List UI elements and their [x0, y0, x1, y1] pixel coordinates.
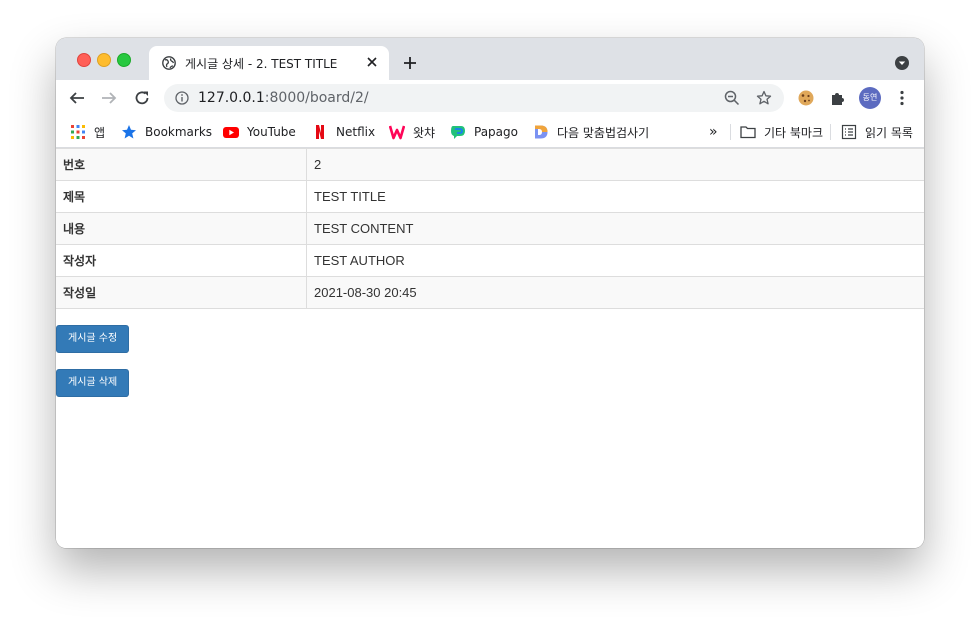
page-content: 번호 2 제목 TEST TITLE 내용 TEST CONTENT 작성자 T… — [56, 148, 924, 548]
row-value-number: 2 — [306, 148, 924, 181]
zoom-out-icon[interactable] — [724, 90, 740, 106]
bookmark-bookmarks[interactable]: Bookmarks — [121, 123, 212, 141]
row-label-author: 작성자 — [56, 244, 307, 277]
edit-post-button[interactable]: 게시글 수정 — [56, 325, 130, 353]
row-label-title: 제목 — [56, 180, 307, 213]
apps-grid-icon — [71, 125, 85, 139]
tab-title: 게시글 상세 - 2. TEST TITLE — [185, 57, 338, 71]
row-label-content: 내용 — [56, 212, 307, 245]
bookmark-daum-spellcheck[interactable]: 다음 맞춤법검사기 — [533, 123, 649, 141]
close-window-button[interactable] — [77, 53, 91, 67]
watcha-icon — [389, 125, 405, 140]
bookmark-label: YouTube — [247, 125, 296, 139]
youtube-icon — [223, 127, 239, 138]
tab-search-icon[interactable] — [894, 55, 910, 71]
bookmarks-bar: 앱 Bookmarks YouTube Netflix 왓챠 Papago 다음… — [56, 116, 924, 148]
table-row: 번호 2 — [56, 148, 924, 181]
globe-icon — [162, 56, 176, 70]
papago-icon — [451, 126, 465, 139]
browser-window: 게시글 상세 - 2. TEST TITLE 127.0.0.1:8000/bo… — [56, 38, 924, 548]
reload-icon[interactable] — [133, 89, 151, 107]
bookmark-watcha[interactable]: 왓챠 — [389, 123, 435, 141]
bookmark-label: Bookmarks — [145, 125, 213, 139]
delete-post-button[interactable]: 게시글 삭제 — [56, 369, 130, 397]
table-row: 제목 TEST TITLE — [56, 180, 924, 213]
reading-list-label: 읽기 목록 — [865, 125, 913, 140]
row-value-content: TEST CONTENT — [306, 212, 924, 245]
extensions-puzzle-icon[interactable] — [829, 89, 847, 107]
bookmarks-overflow-button[interactable]: » — [709, 123, 718, 141]
bookmark-apps[interactable]: 앱 — [70, 123, 105, 141]
row-value-author: TEST AUTHOR — [306, 244, 924, 277]
bookmark-label: 왓챠 — [413, 125, 436, 140]
more-menu-icon[interactable] — [894, 89, 910, 107]
row-label-number: 번호 — [56, 148, 307, 181]
profile-avatar[interactable]: 동연 — [859, 87, 881, 109]
bookmarks-divider — [730, 124, 731, 140]
bookmark-label: 다음 맞춤법검사기 — [557, 125, 650, 140]
bookmark-netflix[interactable]: Netflix — [312, 123, 375, 141]
other-bookmarks-label: 기타 북마크 — [764, 125, 824, 140]
bookmark-papago[interactable]: Papago — [450, 123, 518, 141]
browser-toolbar: 127.0.0.1:8000/board/2/ 동연 — [56, 80, 924, 116]
table-row: 내용 TEST CONTENT — [56, 212, 924, 245]
row-value-title: TEST TITLE — [306, 180, 924, 213]
new-tab-icon[interactable] — [402, 55, 418, 71]
folder-icon — [740, 126, 756, 139]
url-text[interactable]: 127.0.0.1:8000/board/2/ — [198, 90, 369, 106]
bookmark-label: Netflix — [336, 125, 376, 139]
bookmark-label: Papago — [474, 125, 518, 139]
reading-list-button[interactable]: 읽기 목록 — [841, 123, 913, 141]
address-bar[interactable]: 127.0.0.1:8000/board/2/ — [164, 84, 784, 112]
site-info-icon[interactable] — [175, 91, 189, 105]
reading-list-icon — [841, 124, 857, 140]
cookie-extension-icon[interactable] — [797, 89, 815, 107]
minimize-window-button[interactable] — [97, 53, 111, 67]
bookmark-star-icon[interactable] — [756, 90, 772, 106]
bookmarks-divider — [830, 124, 831, 140]
table-row: 작성일 2021-08-30 20:45 — [56, 276, 924, 309]
close-tab-icon[interactable] — [365, 55, 379, 69]
zoom-window-button[interactable] — [117, 53, 131, 67]
tab-strip: 게시글 상세 - 2. TEST TITLE — [56, 38, 924, 80]
back-icon[interactable] — [68, 89, 86, 107]
row-label-date: 작성일 — [56, 276, 307, 309]
browser-tab[interactable]: 게시글 상세 - 2. TEST TITLE — [149, 46, 389, 80]
netflix-icon — [316, 125, 324, 139]
post-detail-table: 번호 2 제목 TEST TITLE 내용 TEST CONTENT 작성자 T… — [56, 148, 924, 309]
row-value-date: 2021-08-30 20:45 — [306, 276, 924, 309]
forward-icon[interactable] — [100, 89, 118, 107]
table-row: 작성자 TEST AUTHOR — [56, 244, 924, 277]
url-path: :8000/board/2/ — [264, 90, 369, 106]
other-bookmarks-folder[interactable]: 기타 북마크 — [740, 123, 823, 141]
star-icon — [122, 125, 136, 139]
bookmark-label: 앱 — [94, 125, 106, 140]
url-host: 127.0.0.1 — [198, 90, 265, 106]
bookmark-youtube[interactable]: YouTube — [223, 123, 296, 141]
daum-icon — [535, 125, 548, 139]
